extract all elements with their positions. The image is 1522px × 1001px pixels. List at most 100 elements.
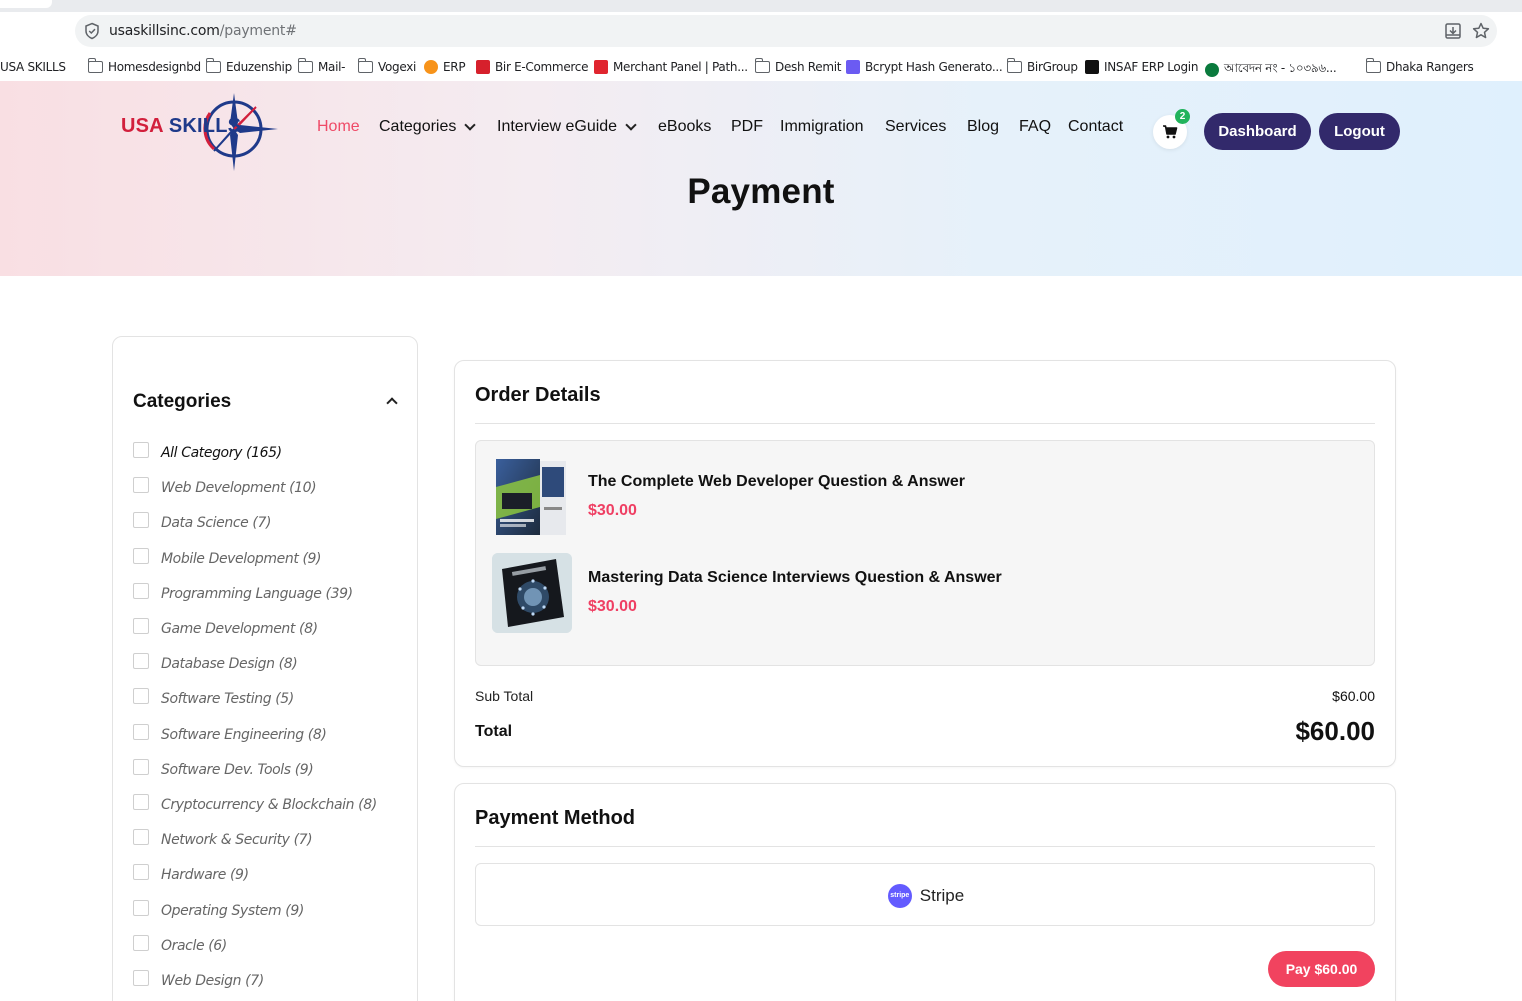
bookmark-item[interactable]: INSAF ERP Login: [1085, 60, 1198, 74]
folder-icon: [1007, 58, 1022, 73]
category-checkbox-item[interactable]: Data Science (7): [133, 512, 271, 531]
cart-button[interactable]: 2: [1153, 109, 1190, 149]
nav-item-label: Categories: [379, 118, 457, 135]
site-logo[interactable]: USA SKILLS: [118, 93, 283, 173]
bookmark-label: Desh Remit: [775, 60, 842, 74]
bookmark-item[interactable]: Bcrypt Hash Generato...: [846, 60, 1003, 74]
category-checkbox-item[interactable]: Web Design (7): [133, 970, 264, 989]
category-label: Web Design (7): [161, 973, 264, 989]
collapse-chevron-icon[interactable]: [386, 397, 398, 409]
category-label: Software Dev. Tools (9): [161, 762, 314, 778]
browser-tab[interactable]: [0, 0, 52, 8]
nav-item-blog[interactable]: Blog: [967, 118, 999, 136]
checkbox[interactable]: [133, 970, 149, 986]
checkbox[interactable]: [133, 653, 149, 669]
nav-item-label: Contact: [1068, 118, 1124, 135]
nav-item-label: Immigration: [780, 118, 864, 135]
category-checkbox-item[interactable]: Cryptocurrency & Blockchain (8): [133, 794, 377, 813]
bookmark-item[interactable]: Mail-: [298, 58, 346, 74]
bookmark-label: Vogexi: [378, 60, 417, 74]
bookmark-item[interactable]: USA SKILLS: [0, 60, 66, 74]
checkbox[interactable]: [133, 688, 149, 704]
bookmark-star-icon[interactable]: [1471, 21, 1491, 41]
bookmark-label: Homesdesignbd: [108, 60, 201, 74]
bookmark-item[interactable]: Homesdesignbd: [88, 58, 201, 74]
url-text[interactable]: usaskillsinc.com/payment#: [109, 23, 297, 39]
bookmark-label: Eduzenship: [226, 60, 292, 74]
product-thumbnail: [492, 457, 572, 537]
subtotal-label: Sub Total: [475, 688, 534, 704]
category-checkbox-item[interactable]: Operating System (9): [133, 900, 304, 919]
checkbox[interactable]: [133, 935, 149, 951]
category-checkbox-item[interactable]: Network & Security (7): [133, 829, 313, 848]
checkbox[interactable]: [133, 794, 149, 810]
nav-item-ebooks[interactable]: eBooks: [658, 118, 711, 136]
category-checkbox-item[interactable]: All Category (165): [133, 442, 282, 461]
nav-item-services[interactable]: Services: [885, 118, 946, 136]
nav-item-label: PDF: [731, 118, 763, 135]
category-checkbox-item[interactable]: Game Development (8): [133, 618, 318, 637]
checkbox[interactable]: [133, 442, 149, 458]
nav-item-interview-eguide[interactable]: Interview eGuide: [497, 118, 637, 136]
bookmark-item[interactable]: আবেদন নং - ১০৩৯৬...: [1205, 60, 1337, 80]
nav-item-home[interactable]: Home: [317, 118, 360, 136]
category-checkbox-item[interactable]: Software Engineering (8): [133, 724, 327, 743]
bookmark-item[interactable]: Dhaka Rangers: [1366, 58, 1474, 74]
bookmark-item[interactable]: Desh Remit: [755, 58, 842, 74]
total-value: $60.00: [1295, 716, 1375, 746]
category-checkbox-item[interactable]: Web Development (10): [133, 477, 317, 496]
payment-method-card: Payment Method stripe Stripe Pay $60.00: [454, 783, 1396, 1001]
bitcoin-sun-icon: [424, 60, 438, 74]
stripe-logo-icon: stripe: [887, 884, 912, 908]
dashboard-button[interactable]: Dashboard: [1204, 113, 1311, 150]
checkbox[interactable]: [133, 900, 149, 916]
logout-button[interactable]: Logout: [1319, 113, 1400, 150]
install-app-icon[interactable]: [1443, 21, 1463, 41]
folder-icon: [88, 58, 103, 73]
checkbox[interactable]: [133, 548, 149, 564]
bookmark-item[interactable]: Bir E-Commerce: [476, 60, 588, 74]
checkbox[interactable]: [133, 724, 149, 740]
site-info-icon[interactable]: [83, 22, 101, 40]
category-checkbox-item[interactable]: Programming Language (39): [133, 583, 353, 602]
bookmark-item[interactable]: ERP: [424, 60, 466, 74]
nav-item-pdf[interactable]: PDF: [731, 118, 763, 136]
folder-icon: [206, 58, 221, 73]
purple-square-icon: [846, 60, 860, 74]
nav-item-contact[interactable]: Contact: [1068, 118, 1123, 136]
category-label: Web Development (10): [161, 480, 317, 496]
category-checkbox-item[interactable]: Hardware (9): [133, 864, 249, 883]
category-label: All Category (165): [161, 445, 282, 461]
stripe-option[interactable]: stripe Stripe: [475, 863, 1375, 926]
category-checkbox-item[interactable]: Software Dev. Tools (9): [133, 759, 314, 778]
category-checkbox-item[interactable]: Software Testing (5): [133, 688, 294, 707]
browser-tab-strip: [0, 0, 1522, 12]
bookmark-item[interactable]: Vogexi: [358, 58, 417, 74]
url-path: /payment#: [219, 23, 297, 39]
checkbox[interactable]: [133, 759, 149, 775]
address-bar[interactable]: usaskillsinc.com/payment#: [75, 15, 1497, 47]
bookmark-item[interactable]: Merchant Panel | Path...: [594, 60, 748, 74]
checkbox[interactable]: [133, 512, 149, 528]
folder-icon: [358, 58, 373, 73]
site-header: USA SKILLS Home Categories Interview eGuid…: [0, 81, 1522, 276]
bookmark-label: Bir E-Commerce: [495, 60, 589, 74]
checkbox[interactable]: [133, 829, 149, 845]
category-checkbox-item[interactable]: Oracle (6): [133, 935, 227, 954]
nav-item-label: Home: [317, 118, 360, 135]
checkbox[interactable]: [133, 864, 149, 880]
category-label: Programming Language (39): [161, 586, 353, 602]
checkbox[interactable]: [133, 583, 149, 599]
divider: [475, 846, 1375, 847]
category-checkbox-item[interactable]: Mobile Development (9): [133, 548, 322, 567]
category-checkbox-item[interactable]: Database Design (8): [133, 653, 298, 672]
checkbox[interactable]: [133, 477, 149, 493]
nav-item-categories[interactable]: Categories: [379, 118, 477, 136]
checkbox[interactable]: [133, 618, 149, 634]
bookmark-item[interactable]: BirGroup: [1007, 58, 1078, 74]
pay-button[interactable]: Pay $60.00: [1268, 951, 1375, 987]
nav-item-faq[interactable]: FAQ: [1019, 118, 1051, 136]
bookmark-item[interactable]: Eduzenship: [206, 58, 292, 74]
nav-item-immigration[interactable]: Immigration: [780, 118, 864, 136]
nav-item-label: Blog: [967, 118, 1000, 135]
